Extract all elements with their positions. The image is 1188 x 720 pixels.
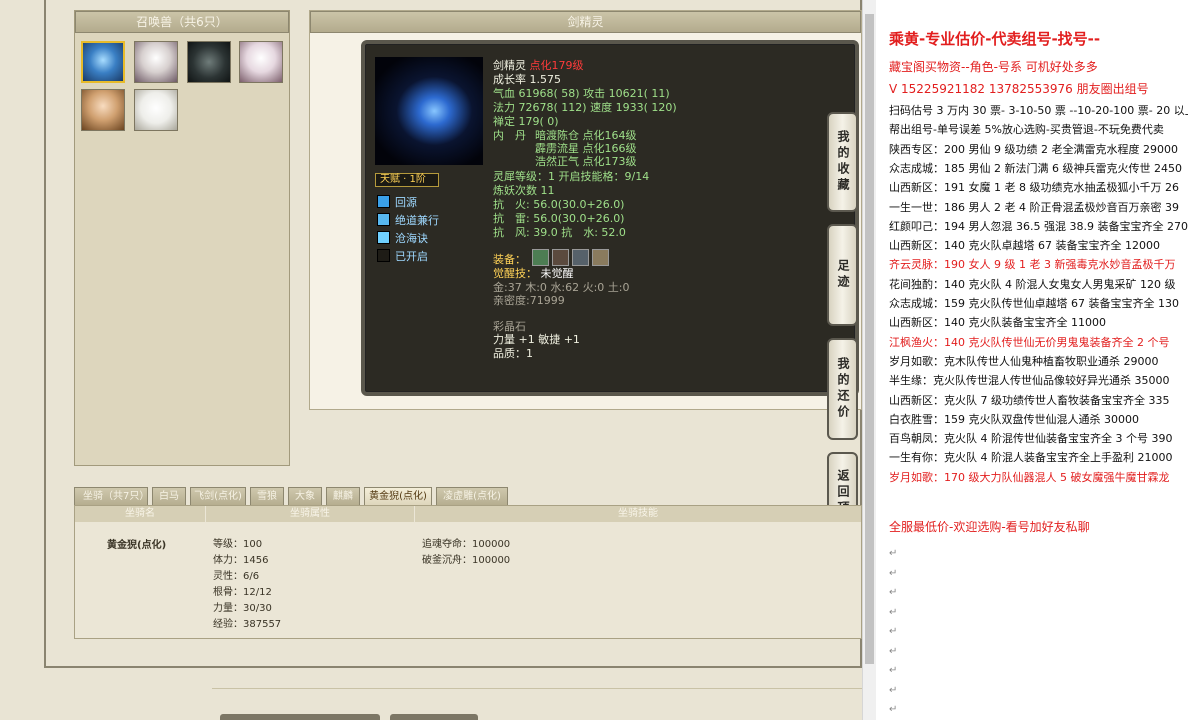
pet-avatar-polar-bear[interactable] bbox=[134, 89, 178, 131]
neidan-label: 内 丹 bbox=[493, 129, 526, 142]
my-favorites-button[interactable]: 我的收藏 bbox=[827, 112, 858, 212]
mount-skill-2: 破釜沉舟：100000 bbox=[422, 555, 511, 566]
pet-avatar-girl[interactable] bbox=[81, 89, 125, 131]
doc-footer: 全服最低价-欢迎选购-看号加好友私聊 bbox=[889, 520, 1090, 534]
mount-skill-1: 追魂夺命：100000 bbox=[422, 539, 511, 550]
spd-value: 1933( 120) bbox=[615, 101, 677, 114]
intimacy: 亲密度:71999 bbox=[493, 294, 565, 307]
doc-line: 半生缘：克火队传世混人传世仙品像较好异光通杀 35000 bbox=[889, 374, 1170, 388]
doc-line: 齐云灵脉：190 女人 9 级 1 老 3 新强毒克水妙音孟极千万 bbox=[889, 258, 1176, 272]
paragraph-mark-icon: ↵ bbox=[889, 684, 898, 696]
doc-line: 山西新区：191 女魔 1 老 8 级功绩克水抽孟极狐小千万 26 bbox=[889, 181, 1179, 195]
mount-attr-spirit: 灵性：6/6 bbox=[213, 571, 260, 582]
doc-line: 山西新区：140 克火队卓越塔 67 装备宝宝齐全 12000 bbox=[889, 239, 1160, 253]
mount-attr-power: 力量：30/30 bbox=[213, 603, 272, 614]
skill-icon bbox=[377, 195, 390, 208]
doc-title: 乘黄-专业估价-代卖组号-找号-- bbox=[889, 30, 1101, 48]
pet-avatar-fox-girl[interactable] bbox=[134, 41, 178, 83]
paragraph-mark-icon: ↵ bbox=[889, 645, 898, 657]
mount-attr-exp: 经验：387557 bbox=[213, 619, 282, 630]
app-window: 召唤兽（共6只） 剑精灵 剑精灵 点化179级 成长率 1.575 气血 619… bbox=[0, 0, 1188, 720]
doc-line-3: V 15225921182 13782553976 朋友圈出组号 bbox=[889, 82, 1149, 96]
pet-avatar-black-beast[interactable] bbox=[187, 41, 231, 83]
mount-table: 坐骑名 坐骑属性 坐骑技能 黄金猊(点化) 等级：100 体力：1456 灵性：… bbox=[74, 505, 862, 639]
equip-slot-1-icon[interactable] bbox=[532, 249, 549, 266]
pet-portrait bbox=[375, 57, 483, 165]
spd-label: 速度 bbox=[590, 101, 613, 114]
skill-item[interactable]: 已开启 bbox=[377, 248, 428, 264]
footprint-button[interactable]: 足迹 bbox=[827, 224, 858, 326]
paragraph-mark-icon: ↵ bbox=[889, 567, 898, 579]
paragraph-mark-icon: ↵ bbox=[889, 548, 898, 559]
paragraph-mark-icon: ↵ bbox=[889, 606, 898, 618]
quality: 品质：1 bbox=[493, 347, 533, 360]
doc-line: 众志成城：159 克火队传世仙卓越塔 67 装备宝宝齐全 130 bbox=[889, 297, 1179, 310]
paragraph-mark-icon: ↵ bbox=[889, 626, 898, 637]
mount-name: 黄金猊(点化) bbox=[107, 540, 167, 551]
tab-mount-3[interactable]: 雪狼 bbox=[250, 487, 284, 507]
doc-line: 白衣胜雪：159 克火队双盘传世仙混人通杀 30000 bbox=[889, 412, 1139, 426]
doc-line: 红颜叩己：194 男人忽混 36.5 强混 38.9 装备宝宝齐全 270 bbox=[889, 219, 1188, 233]
paragraph-mark-icon: ↵ bbox=[889, 587, 898, 598]
tab-mount-4[interactable]: 大象 bbox=[288, 487, 322, 507]
tab-mount-6[interactable]: 黄金猊(点化) bbox=[364, 487, 432, 507]
doc-line: 一生有你：克火队 4 阶混人装备宝宝齐全上手盈利 21000 bbox=[889, 451, 1173, 465]
doc-line: 一生一世：186 男人 2 老 4 阶正骨混孟极炒音百万亲密 39 bbox=[889, 200, 1179, 214]
scrollbar-thumb[interactable] bbox=[865, 14, 874, 664]
paragraph-mark-icon: ↵ bbox=[889, 704, 898, 715]
tab-mount-7[interactable]: 凌虚雕(点化) bbox=[436, 487, 508, 507]
doc-line: 帮出组号-单号误差 5%放心选购-买贵管退-不玩免费代卖 bbox=[889, 123, 1164, 137]
paragraph-mark-icon: ↵ bbox=[889, 665, 898, 676]
doc-line: 扫码估号 3 万内 30 票- 3-10-50 票 --10-20-100 票-… bbox=[889, 104, 1188, 117]
doc-line: 山西新区：140 克火队装备宝宝齐全 11000 bbox=[889, 316, 1106, 330]
divider bbox=[212, 688, 862, 689]
doc-line: 百鸟朝凤：克火队 4 阶混传世仙装备宝宝齐全 3 个号 390 bbox=[889, 432, 1173, 446]
doc-line-2: 藏宝阁买物资--角色-号系 可机好处多多 bbox=[889, 60, 1098, 74]
col-mount-skill: 坐骑技能 bbox=[415, 506, 861, 522]
res-wind-water: 抗 风: 39.0 抗 水: 52.0 bbox=[493, 226, 626, 239]
pet-avatar-sword-spirit[interactable] bbox=[81, 41, 125, 83]
mount-tabs: 坐骑（共7只） 白马 飞剑(点化) 雪狼 大象 麒麟 黄金猊(点化) 凌虚雕(点… bbox=[74, 485, 862, 507]
game-trade-page: 召唤兽（共6只） 剑精灵 剑精灵 点化179级 成长率 1.575 气血 619… bbox=[0, 0, 862, 720]
pet-detail-title: 剑精灵 bbox=[310, 11, 861, 33]
neidan-3: 浩然正气 点化173级 bbox=[535, 155, 637, 168]
skill-item[interactable]: 绝道兼行 bbox=[377, 212, 439, 228]
pet-avatar-white-lady[interactable] bbox=[239, 41, 283, 83]
col-mount-attr: 坐骑属性 bbox=[206, 506, 414, 522]
pets-panel-title: 召唤兽（共6只） bbox=[75, 11, 289, 33]
mount-attr-bone: 根骨：12/12 bbox=[213, 587, 272, 598]
mount-attr-level: 等级：100 bbox=[213, 539, 263, 550]
equip-slot-2-icon[interactable] bbox=[552, 249, 569, 266]
page-scrollbar[interactable] bbox=[862, 0, 876, 720]
price-list-document: 乘黄-专业估价-代卖组号-找号-- 藏宝阁买物资--角色-号系 可机好处多多 V… bbox=[876, 0, 1188, 720]
bottom-button-1[interactable] bbox=[220, 714, 380, 720]
mount-attr-stamina: 体力：1456 bbox=[213, 555, 269, 566]
skill-item[interactable]: 回源 bbox=[377, 194, 417, 210]
doc-line: 花间独酌：140 克火队 4 阶混人女鬼女人男鬼采矿 120 级 bbox=[889, 277, 1176, 291]
pets-panel: 召唤兽（共6只） bbox=[74, 10, 290, 466]
tab-mount-5[interactable]: 麒麟 bbox=[326, 487, 360, 507]
bottom-button-2[interactable] bbox=[390, 714, 478, 720]
tab-mount-2[interactable]: 飞剑(点化) bbox=[190, 487, 246, 507]
pet-info-card: 剑精灵 点化179级 成长率 1.575 气血 61968( 58) 攻击 10… bbox=[361, 40, 859, 396]
my-counteroffer-button[interactable]: 我的还价 bbox=[827, 338, 858, 440]
equip-slot-3-icon[interactable] bbox=[572, 249, 589, 266]
tab-mount-1[interactable]: 白马 bbox=[152, 487, 186, 507]
doc-line: 岁月如歌：克木队传世人仙鬼种植畜牧职业通杀 29000 bbox=[889, 354, 1159, 368]
skill-icon bbox=[377, 231, 390, 244]
doc-line: 江枫渔火：140 克火队传世仙无价男鬼鬼装备齐全 2 个号 bbox=[889, 335, 1170, 349]
doc-line: 山西新区：克火队 7 级功绩传世人畜牧装备宝宝齐全 335 bbox=[889, 393, 1170, 407]
mount-section-title: 坐骑（共7只） bbox=[74, 487, 149, 507]
skill-icon bbox=[377, 249, 390, 262]
col-mount-name: 坐骑名 bbox=[75, 506, 205, 522]
skill-icon bbox=[377, 213, 390, 226]
doc-line: 岁月如歌：170 级大力队仙器混人 5 破女魔强牛魔甘霖龙 bbox=[889, 470, 1170, 484]
equip-slot-4-icon[interactable] bbox=[592, 249, 609, 266]
doc-line: 众志成城：185 男仙 2 新法门满 6 级神兵雷克火传世 2450 bbox=[889, 161, 1182, 175]
talent-badge: 天赋 · 1阶 bbox=[375, 173, 439, 187]
skill-item[interactable]: 沧海诀 bbox=[377, 230, 428, 246]
doc-line: 陕西专区：200 男仙 9 级功绩 2 老全满雷克水程度 29000 bbox=[889, 142, 1178, 156]
